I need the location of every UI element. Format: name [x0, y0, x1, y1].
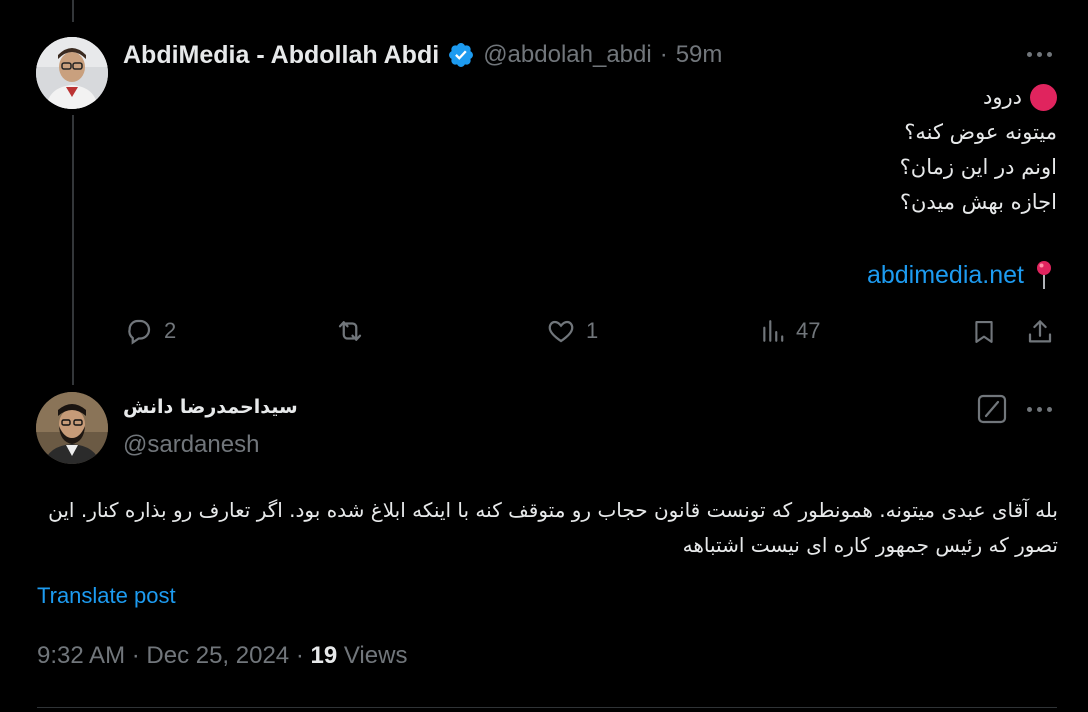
parent-line-4: اجازه بهش میدن؟ [899, 190, 1057, 214]
reply-count: 2 [164, 318, 177, 343]
red-circle-emoji [1030, 84, 1057, 111]
parent-link-row: abdimedia.net [867, 257, 1054, 293]
views-icon [763, 320, 784, 342]
share-icon [1028, 320, 1052, 343]
pin-emoji [1034, 259, 1054, 291]
parent-body: درود میتونه عوض کنه؟ اونم در این زمان؟ ا… [557, 80, 1057, 220]
like-count: 1 [586, 318, 599, 343]
reply-icon [128, 319, 151, 345]
parent-line-1: درود [557, 80, 1057, 115]
reply-handle[interactable]: @sardanesh [123, 431, 259, 459]
reply-views-count: 19 [310, 642, 338, 669]
thread-line [72, 115, 74, 385]
parent-line-3: اونم در این زمان؟ [899, 155, 1057, 179]
views-count: 47 [796, 318, 821, 343]
reply-avatar[interactable] [36, 392, 108, 464]
user-avatar-icon [36, 392, 108, 464]
parent-link[interactable]: abdimedia.net [867, 261, 1024, 290]
reply-views-label: Views [343, 642, 408, 669]
parent-more-icon[interactable] [1027, 52, 1052, 57]
grok-icon [977, 394, 1007, 424]
retweet-icon [338, 321, 362, 341]
parent-header: AbdiMedia - Abdollah Abdi @abdolah_abdi … [123, 38, 722, 72]
grok-button[interactable] [977, 394, 1007, 424]
parent-time[interactable]: 59m [676, 41, 723, 69]
translate-link[interactable]: Translate post [37, 583, 176, 609]
like-icon [548, 320, 574, 343]
reply-author-name[interactable]: سیداحمدرضا دانش [123, 396, 298, 418]
parent-line-2: میتونه عوض کنه؟ [904, 120, 1057, 144]
reply-timestamp[interactable]: 9:32 AM · Dec 25, 2024 · [37, 642, 304, 669]
thread-line-top [72, 0, 74, 22]
parent-handle[interactable]: @abdolah_abdi [483, 41, 652, 69]
bookmark-icon [975, 321, 993, 343]
bookmark-button[interactable] [970, 316, 998, 348]
header-separator: · [659, 41, 668, 68]
bottom-divider [37, 707, 1057, 708]
reply-more-icon[interactable] [1027, 407, 1052, 412]
retweet-button[interactable] [333, 316, 367, 346]
parent-avatar[interactable] [36, 37, 108, 109]
reply-body: بله آقای عبدی میتونه. همونطور که تونست ق… [48, 498, 1058, 557]
user-avatar-icon [36, 37, 108, 109]
share-button[interactable] [1025, 316, 1055, 348]
views-button[interactable]: 47 [760, 316, 820, 346]
like-button[interactable]: 1 [546, 316, 598, 346]
verified-badge-icon [447, 41, 475, 69]
reply-meta: 9:32 AM · Dec 25, 2024 · 19 Views [37, 642, 407, 670]
reply-button[interactable]: 2 [124, 316, 176, 346]
parent-author-name[interactable]: AbdiMedia - Abdollah Abdi [123, 41, 439, 70]
